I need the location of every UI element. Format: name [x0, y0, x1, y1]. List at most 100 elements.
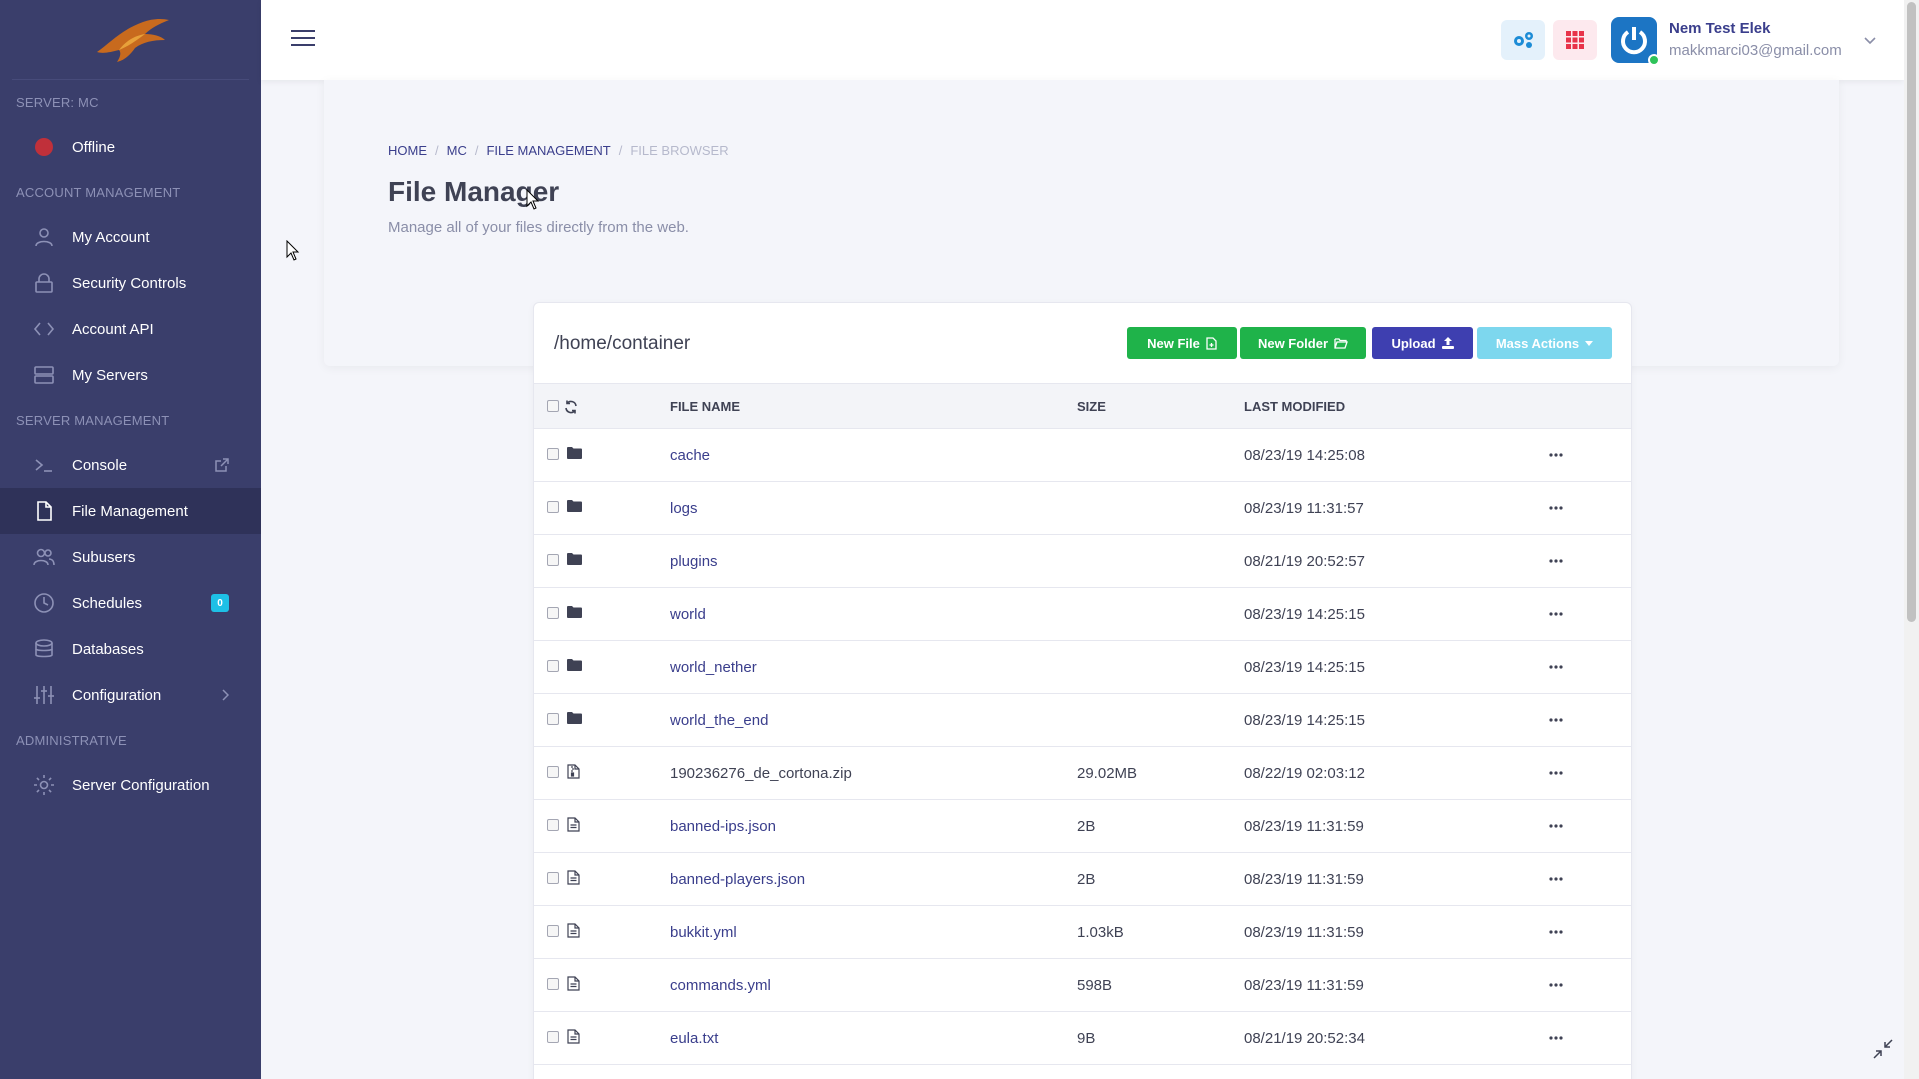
caret-down-icon: [1585, 340, 1594, 346]
exit-fullscreen-icon[interactable]: [1873, 1039, 1893, 1059]
row-options-icon[interactable]: [1544, 869, 1568, 889]
row-checkbox[interactable]: [547, 766, 559, 778]
sidebar-item-databases[interactable]: Databases: [0, 626, 261, 672]
chevron-down-icon[interactable]: [1864, 32, 1876, 50]
breadcrumb-home[interactable]: HOME: [388, 143, 427, 158]
row-checkbox[interactable]: [547, 978, 559, 990]
page-scrollbar[interactable]: [1904, 0, 1919, 1079]
row-options-icon[interactable]: [1544, 657, 1568, 677]
lock-icon: [32, 271, 56, 295]
file-row[interactable]: plugins 08/21/19 20:52:57: [534, 535, 1631, 588]
breadcrumb-server[interactable]: MC: [447, 143, 467, 158]
row-checkbox[interactable]: [547, 607, 559, 619]
file-row[interactable]: cache 08/23/19 14:25:08: [534, 429, 1631, 482]
apps-button[interactable]: [1553, 20, 1597, 60]
mass-actions-dropdown[interactable]: Mass Actions: [1477, 327, 1612, 359]
scrollbar-thumb[interactable]: [1907, 2, 1916, 622]
file-table-header: FILE NAME SIZE LAST MODIFIED: [534, 383, 1631, 429]
new-file-button[interactable]: New File: [1127, 327, 1237, 359]
row-checkbox[interactable]: [547, 448, 559, 460]
row-options-icon[interactable]: [1544, 710, 1568, 730]
logo[interactable]: [12, 0, 249, 80]
breadcrumb-file-management[interactable]: FILE MANAGEMENT: [486, 143, 610, 158]
row-options-icon[interactable]: [1544, 445, 1568, 465]
refresh-icon[interactable]: [564, 400, 578, 414]
file-name[interactable]: world_the_end: [670, 712, 768, 729]
file-name[interactable]: bukkit.yml: [670, 924, 737, 941]
file-row[interactable]: world 08/23/19 14:25:15: [534, 588, 1631, 641]
row-options-icon[interactable]: [1544, 975, 1568, 995]
file-name[interactable]: world_nether: [670, 659, 757, 676]
row-checkbox[interactable]: [547, 713, 559, 725]
power-icon: [1621, 27, 1647, 55]
sidebar-item-schedules[interactable]: Schedules 0: [0, 580, 261, 626]
column-size[interactable]: SIZE: [1077, 399, 1106, 414]
avatar[interactable]: [1611, 17, 1660, 66]
sidebar-item-label: My Servers: [72, 366, 148, 384]
file-archive-icon: [567, 764, 583, 780]
settings-button[interactable]: [1501, 20, 1545, 60]
row-checkbox[interactable]: [547, 501, 559, 513]
row-options-icon[interactable]: [1544, 1028, 1568, 1048]
file-modified: 08/23/19 11:31:59: [1244, 818, 1364, 835]
row-checkbox[interactable]: [547, 872, 559, 884]
current-path: /home/container: [554, 333, 691, 354]
sidebar-item-security[interactable]: Security Controls: [0, 260, 261, 306]
file-name[interactable]: world: [670, 606, 706, 623]
row-options-icon[interactable]: [1544, 816, 1568, 836]
file-row[interactable]: logs 08/23/19 11:31:57: [534, 482, 1631, 535]
top-header: Nem Test Elek makkmarci03@gmail.com: [261, 0, 1904, 80]
file-name[interactable]: banned-ips.json: [670, 818, 776, 835]
file-size: 2B: [1077, 871, 1096, 888]
file-manager-card: /home/container New File New Folder Uplo…: [533, 302, 1632, 1079]
row-options-icon[interactable]: [1544, 551, 1568, 571]
file-name[interactable]: eula.txt: [670, 1030, 718, 1047]
select-all-checkbox[interactable]: [547, 400, 559, 412]
file-name[interactable]: 190236276_de_cortona.zip: [670, 765, 852, 782]
file-modified: 08/21/19 20:52:57: [1244, 553, 1365, 570]
upload-button[interactable]: Upload: [1372, 327, 1473, 359]
file-icon: [32, 499, 56, 523]
file-row[interactable]: world_the_end 08/23/19 14:25:15: [534, 694, 1631, 747]
file-row[interactable]: bukkit.yml 1.03kB 08/23/19 11:31:59: [534, 906, 1631, 959]
column-last-modified[interactable]: LAST MODIFIED: [1244, 399, 1345, 414]
row-options-icon[interactable]: [1544, 922, 1568, 942]
sidebar-item-api[interactable]: Account API: [0, 306, 261, 352]
external-link-icon[interactable]: [215, 458, 229, 472]
file-size: 598B: [1077, 977, 1113, 994]
sidebar-item-my-account[interactable]: My Account: [0, 214, 261, 260]
row-options-icon[interactable]: [1544, 763, 1568, 783]
row-options-icon[interactable]: [1544, 498, 1568, 518]
user-name[interactable]: Nem Test Elek: [1669, 20, 1770, 37]
file-name[interactable]: banned-players.json: [670, 871, 805, 888]
file-row[interactable]: world_nether 08/23/19 14:25:15: [534, 641, 1631, 694]
file-row[interactable]: 190236276_de_cortona.zip 29.02MB 08/22/19 …: [534, 747, 1631, 800]
file-row[interactable]: banned-players.json 2B 08/23/19 11:31:59: [534, 853, 1631, 906]
file-plus-icon: [1206, 336, 1217, 350]
database-icon: [32, 637, 56, 661]
file-row[interactable]: banned-ips.json 2B 08/23/19 11:31:59: [534, 800, 1631, 853]
row-checkbox[interactable]: [547, 1031, 559, 1043]
sidebar-item-file-management[interactable]: File Management: [0, 488, 261, 534]
row-checkbox[interactable]: [547, 554, 559, 566]
file-name[interactable]: logs: [670, 500, 698, 517]
row-checkbox[interactable]: [547, 819, 559, 831]
sidebar-item-servers[interactable]: My Servers: [0, 352, 261, 398]
new-folder-button[interactable]: New Folder: [1240, 327, 1366, 359]
row-checkbox[interactable]: [547, 925, 559, 937]
column-file-name[interactable]: FILE NAME: [670, 399, 740, 414]
sidebar-item-configuration[interactable]: Configuration: [0, 672, 261, 718]
file-name[interactable]: plugins: [670, 553, 718, 570]
menu-toggle-icon[interactable]: [291, 30, 315, 51]
sidebar-item-subusers[interactable]: Subusers: [0, 534, 261, 580]
file-name[interactable]: commands.yml: [670, 977, 771, 994]
sidebar-item-console[interactable]: Console: [0, 442, 261, 488]
file-name[interactable]: cache: [670, 447, 710, 464]
row-checkbox[interactable]: [547, 660, 559, 672]
row-options-icon[interactable]: [1544, 604, 1568, 624]
file-modified: 08/23/19 11:31:57: [1244, 500, 1364, 517]
file-row[interactable]: commands.yml 598B 08/23/19 11:31:59: [534, 959, 1631, 1012]
cogs-icon: [1514, 32, 1533, 48]
sidebar-item-server-configuration[interactable]: Server Configuration: [0, 762, 261, 808]
file-row[interactable]: eula.txt 9B 08/21/19 20:52:34: [534, 1012, 1631, 1065]
